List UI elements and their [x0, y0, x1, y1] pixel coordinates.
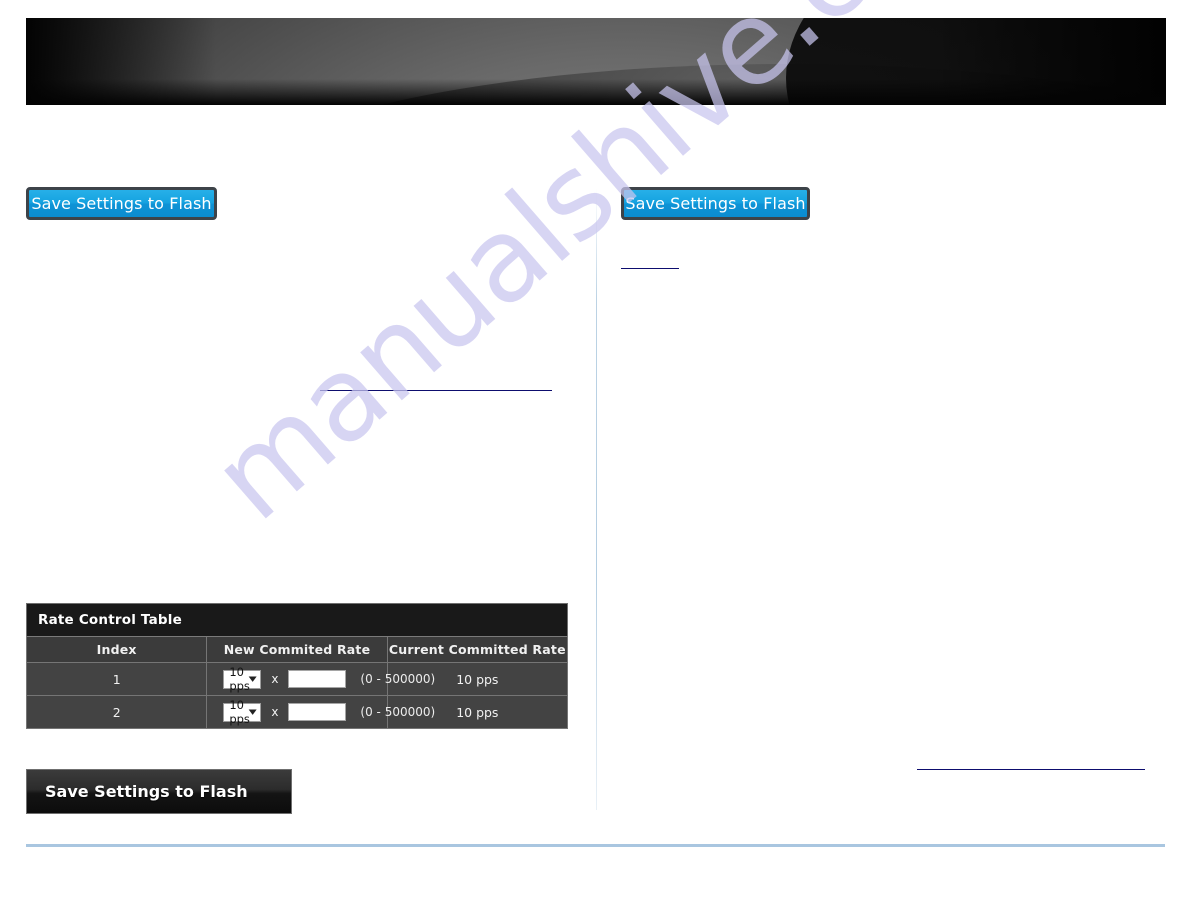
row-new-rate-1: 10 pps ▼ x (0 - 500000) — [206, 662, 435, 696]
link-underline-lower-right[interactable] — [917, 769, 1145, 770]
rate-range-hint-1: (0 - 500000) — [360, 672, 436, 686]
column-header-current-committed-rate: Current Committed Rate — [386, 636, 569, 663]
row-index-1: 1 — [25, 662, 208, 696]
save-settings-to-flash-button-right[interactable]: Save Settings to Flash — [621, 187, 810, 220]
table-row: 2 10 pps ▼ x (0 - 500000) 10 pps — [25, 695, 569, 729]
rate-unit-select-1[interactable]: 10 pps ▼ — [223, 665, 262, 693]
header-banner — [26, 18, 1166, 105]
column-divider — [596, 188, 597, 810]
rate-unit-select-value-1: 10 pps — [229, 665, 250, 693]
multiply-symbol-1: x — [271, 672, 279, 686]
rate-control-table: Rate Control Table Index New Commited Ra… — [25, 603, 569, 729]
link-underline-middle[interactable] — [320, 390, 552, 391]
save-settings-to-flash-button-left[interactable]: Save Settings to Flash — [26, 187, 217, 220]
multiply-symbol-2: x — [271, 705, 279, 719]
table-title-row: Rate Control Table — [26, 603, 568, 637]
rate-multiplier-input-1[interactable] — [288, 670, 347, 688]
chevron-down-icon: ▼ — [248, 674, 257, 683]
link-underline-top-right[interactable] — [621, 268, 679, 269]
save-settings-to-flash-button-bottom[interactable]: Save Settings to Flash — [26, 769, 292, 814]
page-canvas: Save Settings to Flash Save Settings to … — [0, 0, 1188, 918]
rate-multiplier-input-2[interactable] — [288, 703, 347, 721]
table-header-row: Index New Commited Rate Current Committe… — [25, 636, 569, 663]
row-index-2: 2 — [25, 695, 208, 729]
rate-range-hint-2: (0 - 500000) — [360, 705, 436, 719]
column-header-index: Index — [25, 636, 208, 663]
chevron-down-icon: ▼ — [248, 707, 257, 716]
rate-control-table-title: Rate Control Table — [26, 603, 568, 637]
rate-unit-select-value-2: 10 pps — [229, 698, 250, 726]
footer-divider — [26, 844, 1165, 847]
banner-fade-bottom — [26, 79, 1166, 105]
table-row: 1 10 pps ▼ x (0 - 500000) 10 pps — [25, 662, 569, 696]
rate-unit-select-2[interactable]: 10 pps ▼ — [223, 698, 262, 726]
row-new-rate-2: 10 pps ▼ x (0 - 500000) — [206, 695, 435, 729]
column-header-new-commited-rate: New Commited Rate — [206, 636, 388, 663]
